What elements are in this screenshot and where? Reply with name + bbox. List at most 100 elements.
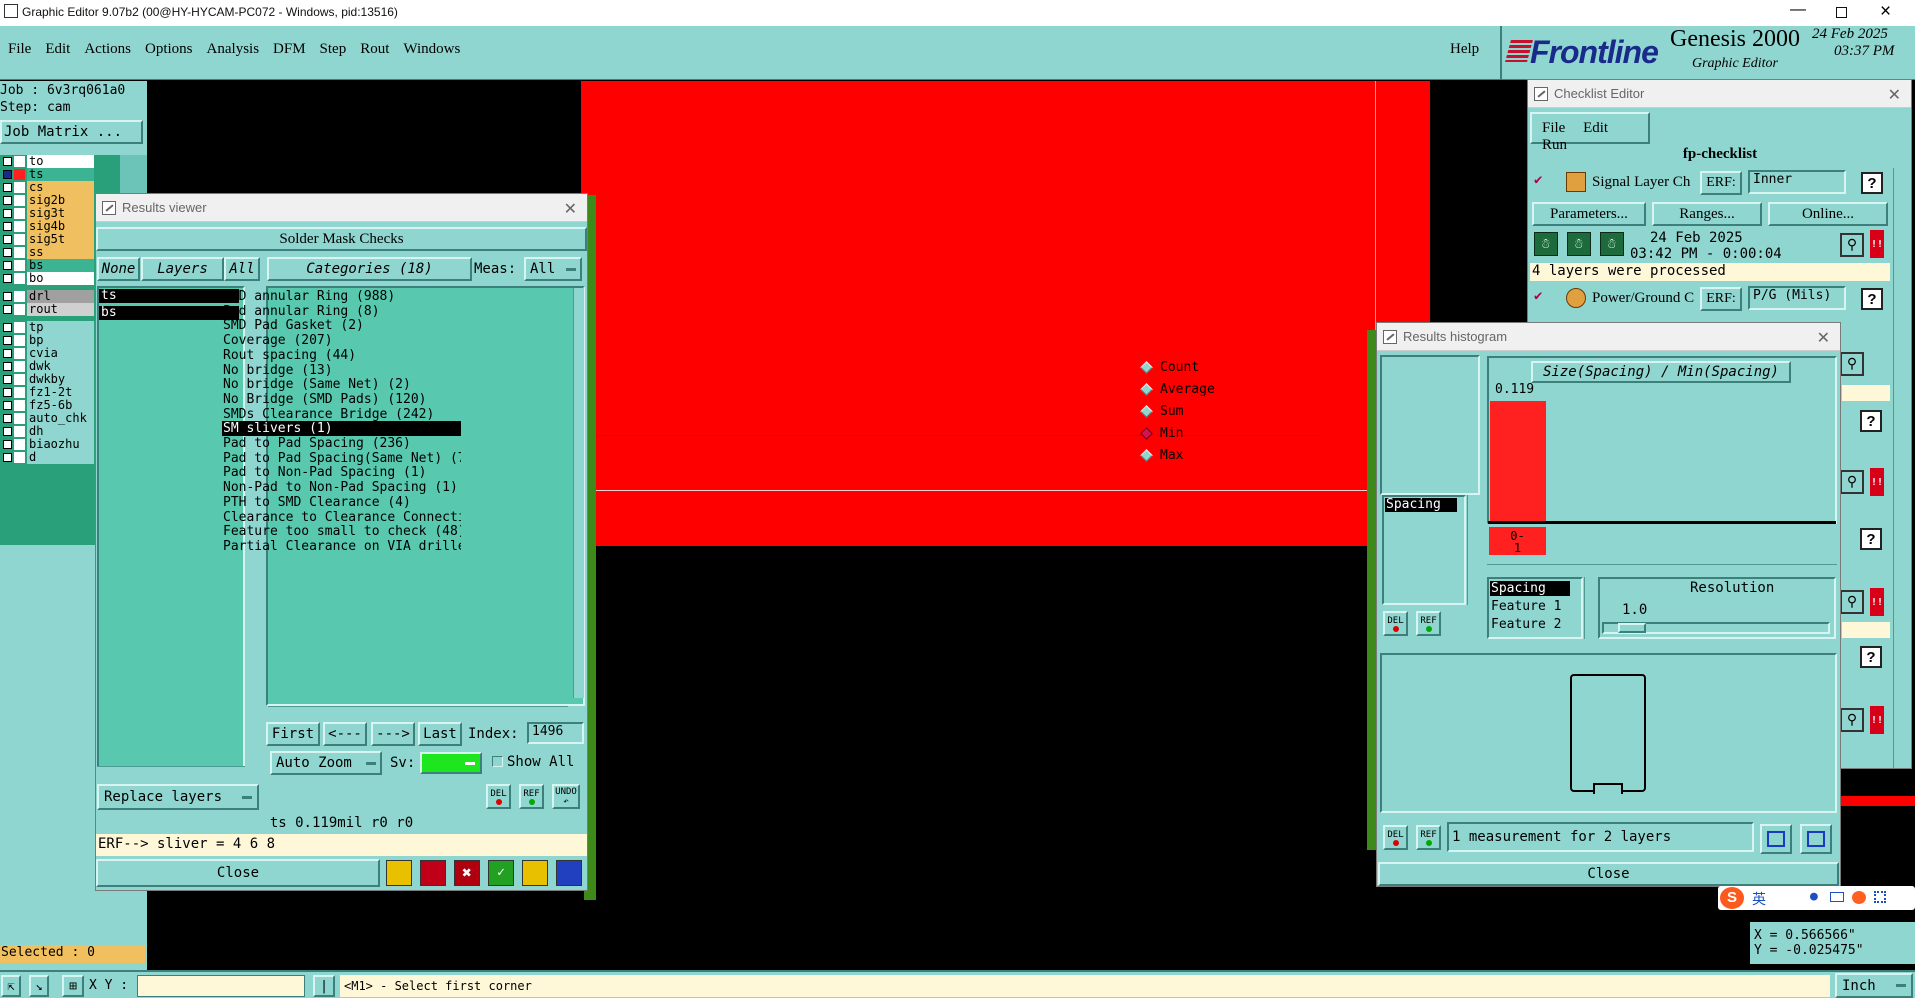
check-icon[interactable]: ✓ [488,860,514,886]
ce-item2-name[interactable]: Power/Ground C [1592,290,1694,307]
maximize-icon[interactable] [1836,7,1847,18]
hist-close-button[interactable]: Close [1378,862,1839,886]
layer-name[interactable]: dh [27,425,94,438]
histogram-option-average[interactable]: Average [1136,380,1215,400]
layer-name[interactable]: to [27,155,94,168]
layer-color-swatch[interactable] [14,247,25,258]
layer-name[interactable]: sig3t [27,207,94,220]
layer-name[interactable]: bo [27,272,94,285]
layer-checkbox[interactable] [3,248,12,257]
layer-color-swatch[interactable] [14,374,25,385]
xy-input[interactable] [137,975,305,997]
rv-none-button[interactable]: None [97,257,140,281]
minimize-icon[interactable]: — [1790,1,1806,19]
hist-graph-button[interactable] [1760,824,1792,854]
layer-color-swatch[interactable] [14,208,25,219]
histogram-option-max[interactable]: Max [1136,446,1212,466]
rv-index-input[interactable]: 1496 [527,722,584,744]
layer-checkbox[interactable] [3,427,12,436]
layer-name[interactable]: drl [27,290,94,303]
layer-name[interactable]: cs [27,181,94,194]
layer-color-swatch[interactable] [14,221,25,232]
histogram-option-min[interactable]: Min [1136,424,1212,444]
layer-name[interactable]: ss [27,246,94,259]
category-item[interactable]: SMD annular Ring (988) [222,289,461,304]
layer-checkbox[interactable] [3,401,12,410]
layer-name[interactable]: sig2b [27,194,94,207]
layer-name[interactable]: bs [27,259,94,272]
layer-color-swatch[interactable] [14,348,25,359]
rv-undo-button[interactable]: UNDO ↶ [552,784,580,809]
layer-checkbox[interactable] [3,375,12,384]
category-item[interactable]: Coverage (207) [222,333,461,348]
ce-menu-file[interactable]: File [1542,120,1565,136]
layer-checkbox[interactable] [3,183,12,192]
layer-name[interactable]: dwk [27,360,94,373]
layer-checkbox[interactable] [3,349,12,358]
layer-name[interactable]: dwkby [27,373,94,386]
layer-name[interactable]: tp [27,321,94,334]
layer-name[interactable]: auto_chk [27,412,94,425]
rv-categories-vscroll[interactable] [573,288,584,698]
ime-sogou-icon[interactable]: S [1720,887,1744,909]
layer-name[interactable]: bp [27,334,94,347]
menu-edit[interactable]: Edit [45,41,70,58]
ce-item5-help-button[interactable]: ? [1860,646,1882,668]
layer-checkbox[interactable] [3,261,12,270]
histogram-option-count[interactable]: Count [1136,358,1212,378]
category-item[interactable]: Partial Clearance on VIA drilled [222,539,461,554]
menu-help[interactable]: Help [1450,41,1479,58]
category-item[interactable]: PTH to SMD Clearance (4) [222,495,461,510]
apps-icon[interactable] [1874,891,1886,903]
layer-color-swatch[interactable] [14,291,25,302]
measure-icon[interactable]: ↘ [29,975,49,997]
rv-layers-hscroll[interactable] [97,766,245,776]
rv-next-button[interactable]: ---> [371,722,415,746]
category-item[interactable]: No bridge (Same Net) (2) [222,377,461,392]
hist-graph-button-2[interactable] [1800,824,1832,854]
layer-name[interactable]: sig4b [27,220,94,233]
layer-name[interactable]: sig5t [27,233,94,246]
layer-checkbox[interactable] [3,440,12,449]
ce-item2-erf-field[interactable]: P/G (Mils) [1748,286,1846,310]
layer-color-swatch[interactable] [14,156,25,167]
menu-file[interactable]: File [8,41,31,58]
layer-color-swatch[interactable] [14,426,25,437]
category-item[interactable]: Pad to Pad Spacing(Same Net) (7) [222,451,461,466]
layer-color-swatch[interactable] [14,195,25,206]
layer-name[interactable]: fz1-2t [27,386,94,399]
category-item[interactable]: SM slivers (1) [222,421,461,437]
layer-color-swatch[interactable] [14,400,25,411]
menu-analysis[interactable]: Analysis [207,41,260,58]
layer-row-ts[interactable]: ts [0,168,120,181]
ce-item1-check-icon[interactable]: ✔ [1534,172,1542,188]
histogram-icon[interactable] [556,860,582,886]
close-window-icon[interactable]: × [1880,1,1891,23]
mic-icon[interactable]: ● [1810,889,1818,904]
layer-name[interactable]: ts [27,168,94,181]
ce-online-button[interactable]: Online... [1768,202,1888,226]
rv-close-button[interactable]: Close [96,859,380,887]
layer-name[interactable]: d [27,451,94,464]
unit-select[interactable]: Inch [1835,973,1913,998]
layer-checkbox[interactable] [3,157,12,166]
layer-color-swatch[interactable] [14,169,25,180]
histogram-field-spacing[interactable]: Spacing [1490,581,1570,596]
category-item[interactable]: Pad annular Ring (8) [222,304,461,319]
rv-layer-item-ts[interactable]: ts [99,289,239,303]
hist-ref-button[interactable]: REF [1416,611,1441,636]
layer-color-swatch[interactable] [14,452,25,463]
resolution-slider-handle[interactable] [1618,623,1646,633]
layer-checkbox[interactable] [3,323,12,332]
layer-checkbox[interactable] [3,453,12,462]
close-icon[interactable]: ✕ [564,199,577,218]
ce-run-icon[interactable]: ☃ [1534,232,1558,256]
rv-prev-button[interactable]: <--- [323,722,367,746]
ce-item1-name[interactable]: Signal Layer Ch [1592,174,1690,191]
menu-step[interactable]: Step [320,41,347,58]
cross-icon[interactable]: ✖ [454,860,480,886]
close-icon[interactable]: ✕ [1888,85,1901,104]
rv-last-button[interactable]: Last [418,722,462,746]
layer-color-swatch[interactable] [14,260,25,271]
layer-checkbox[interactable] [3,414,12,423]
